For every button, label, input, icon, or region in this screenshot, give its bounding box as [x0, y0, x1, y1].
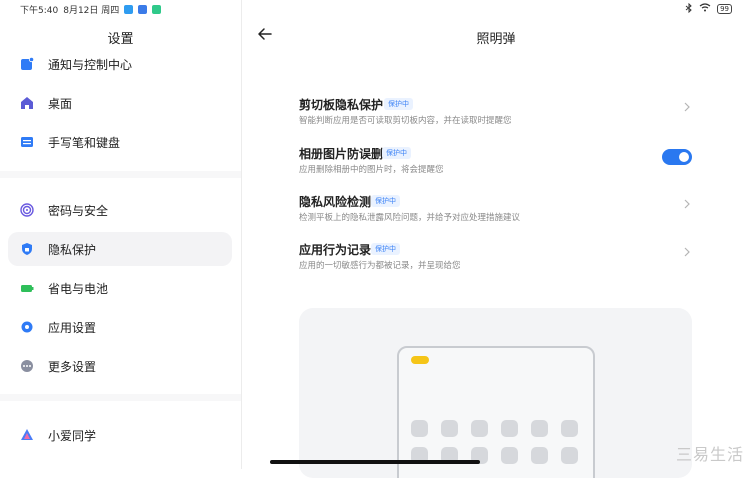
setting-title: 应用行为记录 [299, 243, 372, 257]
app-icon-placeholder [531, 420, 548, 437]
setting-description: 检测平板上的隐私泄露风险问题，并给予对应处理措施建议 [299, 213, 521, 223]
album-protection-toggle[interactable] [662, 149, 692, 165]
sidebar-item-label: 手写笔和键盘 [48, 135, 121, 150]
app-icon-placeholder [501, 447, 518, 464]
notification-icon [20, 57, 34, 71]
chevron-right-icon [684, 247, 690, 257]
app-icon-placeholder [531, 447, 548, 464]
section-divider [0, 171, 241, 178]
xiaoai-icon [20, 428, 34, 442]
app-icon-placeholder [441, 420, 458, 437]
fingerprint-icon [20, 203, 34, 217]
setting-privacy-risk-detection[interactable]: 隐私风险检测 保护中 检测平板上的隐私泄露风险问题，并给予对应处理措施建议 [299, 193, 699, 233]
sidebar: 设置 通知与控制中心 桌面 手写笔和键盘 密码与安全 隐私保护 省电与电池 应用… [0, 0, 242, 469]
setting-title: 剪切板隐私保护 [299, 98, 384, 112]
sidebar-item-stylus-keyboard[interactable]: 手写笔和键盘 [8, 125, 232, 159]
sidebar-item-privacy[interactable]: 隐私保护 [8, 232, 232, 266]
sidebar-item-password-security[interactable]: 密码与安全 [8, 193, 232, 227]
setting-album-delete-protection[interactable]: 相册图片防误删 保护中 应用删除相册中的图片时，将会提醒您 [299, 145, 699, 185]
app-icon-placeholder [561, 420, 578, 437]
chevron-right-icon [684, 102, 690, 112]
setting-description: 智能判断应用是否可读取剪切板内容，并在读取时提醒您 [299, 116, 512, 126]
setting-title: 隐私风险检测 [299, 195, 372, 209]
status-badge: 保护中 [371, 243, 400, 255]
more-icon [20, 359, 34, 373]
wifi-icon [699, 3, 711, 15]
app-icon-placeholder [471, 420, 488, 437]
app-icon-placeholder [501, 420, 518, 437]
setting-title: 相册图片防误删 [299, 147, 384, 161]
feature-illustration [299, 308, 692, 478]
bluetooth-icon [685, 2, 693, 16]
sidebar-item-battery[interactable]: 省电与电池 [8, 271, 232, 305]
setting-app-behavior-record[interactable]: 应用行为记录 保护中 应用的一切敏感行为都被记录，并呈现给您 [299, 241, 699, 281]
sidebar-item-label: 更多设置 [48, 359, 97, 374]
sidebar-item-label: 密码与安全 [48, 203, 109, 218]
gear-icon [20, 320, 34, 334]
setting-description: 应用删除相册中的图片时，将会提醒您 [299, 165, 444, 175]
sidebar-item-more-settings[interactable]: 更多设置 [8, 349, 232, 383]
section-divider [0, 394, 241, 401]
tablet-illustration [397, 346, 595, 478]
status-badge: 保护中 [384, 98, 413, 110]
sidebar-item-label: 隐私保护 [48, 242, 97, 257]
home-indicator[interactable] [270, 460, 480, 464]
privacy-shield-icon [20, 242, 34, 256]
sidebar-item-app-settings[interactable]: 应用设置 [8, 310, 232, 344]
battery-indicator: 99 [717, 4, 732, 14]
sidebar-item-label: 应用设置 [48, 320, 97, 335]
sidebar-item-notifications[interactable]: 通知与控制中心 [8, 47, 232, 81]
watermark: 三易生活 [675, 445, 744, 464]
sidebar-item-label: 小爱同学 [48, 428, 97, 443]
sidebar-item-xiaoai[interactable]: 小爱同学 [8, 418, 232, 452]
sidebar-item-label: 省电与电池 [48, 281, 109, 296]
sidebar-item-label: 桌面 [48, 96, 73, 111]
toggle-knob [679, 152, 689, 162]
sidebar-item-label: 通知与控制中心 [48, 57, 133, 72]
alert-badge [411, 356, 429, 364]
setting-clipboard-privacy[interactable]: 剪切板隐私保护 保护中 智能判断应用是否可读取剪切板内容，并在读取时提醒您 [299, 96, 699, 136]
app-icon-placeholder [411, 420, 428, 437]
status-bar-right: 99 [685, 2, 732, 16]
keyboard-icon [20, 135, 34, 149]
page-title: 照明弹 [476, 32, 516, 47]
chevron-right-icon [684, 199, 690, 209]
battery-icon [20, 281, 34, 295]
setting-description: 应用的一切敏感行为都被记录，并呈现给您 [299, 261, 461, 271]
app-icon-placeholder [561, 447, 578, 464]
sidebar-item-desktop[interactable]: 桌面 [8, 86, 232, 120]
sidebar-title: 设置 [107, 32, 134, 47]
status-badge: 保护中 [382, 147, 411, 159]
home-icon [20, 96, 34, 110]
status-badge: 保护中 [371, 195, 400, 207]
